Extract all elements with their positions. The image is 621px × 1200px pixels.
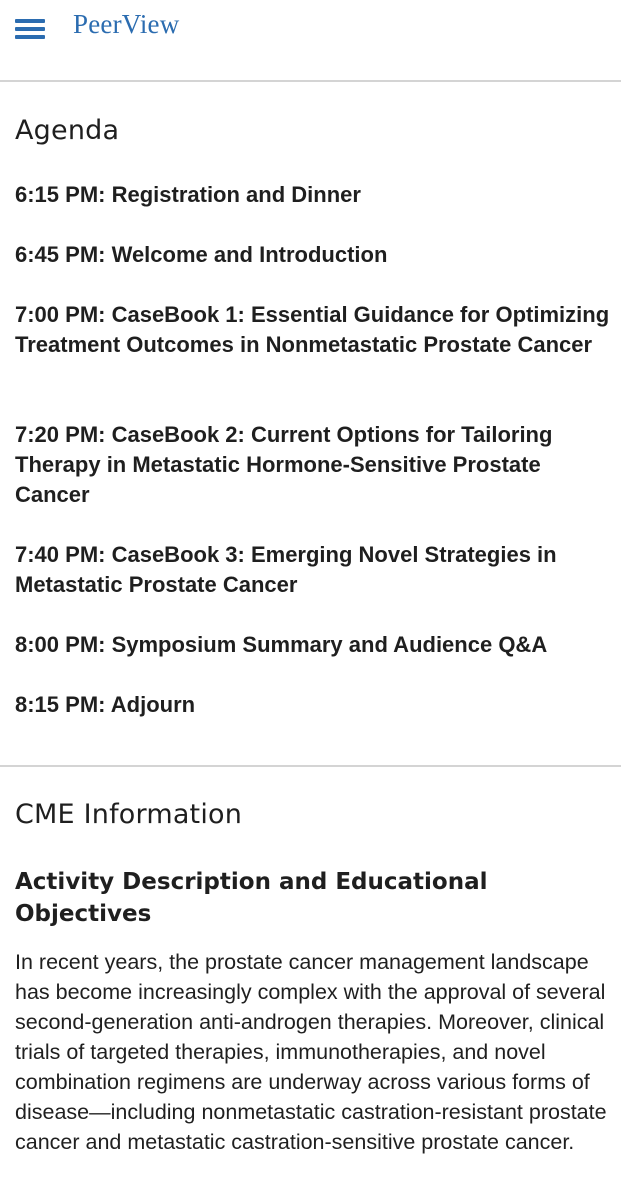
agenda-item: 7:00 PM: CaseBook 1: Essential Guidance … [15, 302, 610, 357]
agenda-item: 8:00 PM: Symposium Summary and Audience … [15, 632, 548, 657]
cme-heading: CME Information [15, 799, 243, 830]
agenda-item: 6:45 PM: Welcome and Introduction [15, 242, 388, 267]
section-divider [0, 765, 621, 767]
top-nav-bar: PeerView [0, 0, 621, 56]
agenda-item: 7:40 PM: CaseBook 3: Emerging Novel Stra… [15, 542, 557, 597]
agenda-item: 8:15 PM: Adjourn [15, 692, 196, 717]
activity-description-text: In recent years, the prostate cancer man… [15, 950, 607, 1154]
agenda-item: 6:15 PM: Registration and Dinner [15, 182, 361, 207]
hamburger-menu-icon[interactable] [15, 17, 45, 41]
agenda-item: 7:20 PM: CaseBook 2: Current Options for… [15, 422, 553, 507]
brand-logo[interactable]: PeerView [73, 9, 179, 40]
activity-description-heading: Activity Description and Educational Obj… [15, 869, 488, 927]
agenda-heading: Agenda [15, 115, 120, 146]
header-divider [0, 80, 621, 82]
